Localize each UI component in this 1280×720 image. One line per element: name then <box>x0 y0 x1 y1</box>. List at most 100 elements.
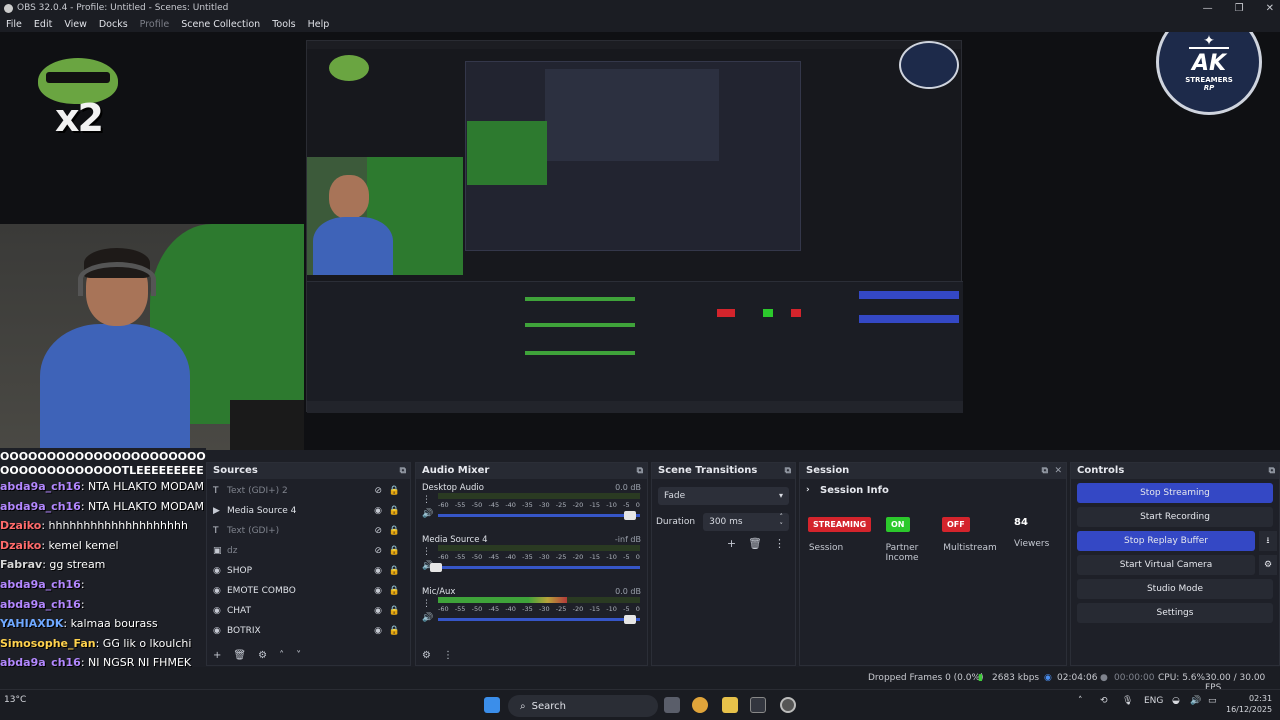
lock-icon[interactable]: 🔒 <box>389 506 400 516</box>
chrome-icon[interactable] <box>692 697 708 713</box>
program-preview[interactable]: x2 ✦ AK STREAMERS RP <box>0 32 1280 450</box>
menu-view[interactable]: View <box>58 19 93 30</box>
file-explorer-icon[interactable] <box>722 697 738 713</box>
taskbar-search[interactable]: ⌕ Search <box>508 695 658 717</box>
stop-replay-buffer-button[interactable]: Stop Replay Buffer ⭳ <box>1077 531 1277 551</box>
viewers-label: Viewers <box>1014 539 1050 549</box>
menu-file[interactable]: File <box>0 19 28 30</box>
lock-icon[interactable]: 🔒 <box>389 526 400 536</box>
start-recording-button[interactable]: Start Recording <box>1077 507 1273 527</box>
source-item[interactable]: ◉ CHAT ◉ 🔒 <box>207 601 410 621</box>
undock-icon[interactable]: ⧉ <box>1042 463 1048 479</box>
source-item[interactable]: ◉ BOTRIX ◉ 🔒 <box>207 621 410 641</box>
mixer-menu-icon[interactable]: ⋮ <box>443 650 453 661</box>
source-type-icon: ◉ <box>213 586 221 596</box>
source-item[interactable]: T Text (GDI+) 2 ⊘ 🔒 <box>207 481 410 501</box>
add-source-button[interactable]: + <box>213 650 221 661</box>
eye-slash-icon[interactable]: ⊘ <box>374 546 382 556</box>
wifi-icon[interactable]: ◒ <box>1172 696 1180 706</box>
menu-help[interactable]: Help <box>302 19 336 30</box>
weather-widget[interactable]: 13°C <box>4 695 26 705</box>
maximize-button[interactable]: ❐ <box>1235 3 1244 14</box>
studio-mode-button[interactable]: Studio Mode <box>1077 579 1273 599</box>
clock[interactable]: 02:31 16/12/2025 <box>1226 693 1272 715</box>
menu-scene-collection[interactable]: Scene Collection <box>175 19 266 30</box>
transition-menu-icon[interactable]: ⋮ <box>774 537 785 550</box>
remove-transition-button[interactable]: 🗑 <box>748 537 762 550</box>
undock-icon[interactable]: ⧉ <box>1269 463 1275 479</box>
stop-streaming-button[interactable]: Stop Streaming <box>1077 483 1273 503</box>
move-down-button[interactable]: ˅ <box>296 650 301 661</box>
meter-tick: -60 <box>438 501 449 509</box>
volume-knob[interactable] <box>430 563 443 572</box>
eye-slash-icon[interactable]: ⊘ <box>374 526 382 536</box>
save-replay-icon[interactable]: ⭳ <box>1259 531 1277 551</box>
lock-icon[interactable]: 🔒 <box>389 486 400 496</box>
eye-icon[interactable]: ◉ <box>374 626 382 636</box>
add-transition-button[interactable]: + <box>727 537 736 550</box>
volume-slider[interactable] <box>438 615 640 624</box>
chat-username: Simosophe_Fan <box>0 636 96 650</box>
meter-tick: -10 <box>606 605 617 613</box>
close-button[interactable]: ✕ <box>1266 3 1274 14</box>
menu-docks[interactable]: Docks <box>93 19 134 30</box>
volume-knob[interactable] <box>623 511 636 520</box>
eye-icon[interactable]: ◉ <box>374 566 382 576</box>
gear-icon[interactable]: ⚙ <box>1259 555 1277 575</box>
source-item[interactable]: ◉ SHOP ◉ 🔒 <box>207 561 410 581</box>
channel-menu-icon[interactable]: ⋮ <box>422 495 431 505</box>
mixer-settings-icon[interactable]: ⚙ <box>422 650 431 661</box>
volume-knob[interactable] <box>623 615 636 624</box>
sync-icon[interactable]: ⟲ <box>1100 696 1108 706</box>
start-virtual-camera-button[interactable]: Start Virtual Camera ⚙ <box>1077 555 1277 575</box>
speaker-icon[interactable]: 🔊 <box>422 613 433 623</box>
close-icon[interactable]: ✕ <box>1054 463 1062 479</box>
meter-tick: 0 <box>635 501 640 509</box>
minimize-button[interactable]: — <box>1203 3 1213 14</box>
lock-icon[interactable]: 🔒 <box>389 586 400 596</box>
settings-button[interactable]: Settings <box>1077 603 1273 623</box>
eye-icon[interactable]: ◉ <box>374 606 382 616</box>
terminal-icon[interactable] <box>750 697 766 713</box>
language[interactable]: ENG <box>1144 696 1163 706</box>
source-item[interactable]: T Text (GDI+) ⊘ 🔒 <box>207 521 410 541</box>
transition-select[interactable]: Fade ▾ <box>658 487 789 505</box>
tray-overflow-icon[interactable]: ˄ <box>1078 696 1083 706</box>
task-view-icon[interactable] <box>664 697 680 713</box>
chat-username: abda9a_ch16 <box>0 597 81 611</box>
undock-icon[interactable]: ⧉ <box>785 463 791 479</box>
volume-icon[interactable]: 🔊 <box>1190 696 1201 706</box>
channel-menu-icon[interactable]: ⋮ <box>422 599 431 609</box>
source-item[interactable]: ◉ EMOTE COMBO ◉ 🔒 <box>207 581 410 601</box>
battery-icon[interactable]: ▭ <box>1208 696 1217 706</box>
lock-icon[interactable]: 🔒 <box>389 546 400 556</box>
spinner-icon[interactable]: ˄ ˅ <box>780 513 784 531</box>
eye-slash-icon[interactable]: ⊘ <box>374 486 382 496</box>
move-up-button[interactable]: ˄ <box>279 650 284 661</box>
menu-tools[interactable]: Tools <box>266 19 301 30</box>
remove-source-button[interactable]: 🗑 <box>233 650 246 661</box>
lock-icon[interactable]: 🔒 <box>389 606 400 616</box>
undock-icon[interactable]: ⧉ <box>400 463 406 479</box>
volume-slider[interactable] <box>430 563 640 572</box>
volume-slider[interactable] <box>438 511 640 520</box>
source-item[interactable]: ▶ Media Source 4 ◉ 🔒 <box>207 501 410 521</box>
menu-profile[interactable]: Profile <box>134 19 176 30</box>
meter-tick: -35 <box>522 553 533 561</box>
speaker-icon[interactable]: 🔊 <box>422 509 433 519</box>
lock-icon[interactable]: 🔒 <box>389 566 400 576</box>
source-item[interactable]: ▣ dz ⊘ 🔒 <box>207 541 410 561</box>
windows-start-icon[interactable] <box>484 697 500 713</box>
obs-taskbar-icon[interactable] <box>780 697 796 713</box>
lock-icon[interactable]: 🔒 <box>389 626 400 636</box>
scene-transitions-title: Scene Transitions <box>658 465 758 476</box>
mic-icon[interactable]: 🎙 <box>1122 696 1133 706</box>
source-properties-button[interactable]: ⚙ <box>258 650 267 661</box>
channel-menu-icon[interactable]: ⋮ <box>422 547 431 557</box>
eye-icon[interactable]: ◉ <box>374 506 382 516</box>
eye-icon[interactable]: ◉ <box>374 586 382 596</box>
source-name: EMOTE COMBO <box>227 586 296 596</box>
menu-edit[interactable]: Edit <box>28 19 58 30</box>
undock-icon[interactable]: ⧉ <box>637 463 643 479</box>
duration-input[interactable]: 300 ms ˄ ˅ <box>703 513 789 531</box>
